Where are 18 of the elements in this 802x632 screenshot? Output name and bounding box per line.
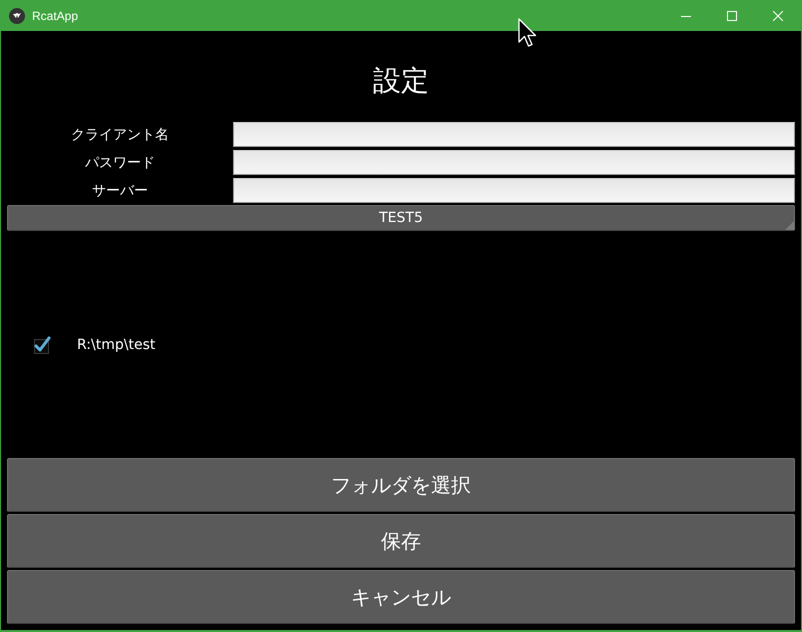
app-logo-icon xyxy=(9,8,25,24)
action-button[interactable]: 保存 xyxy=(7,514,795,568)
input-field[interactable] xyxy=(233,178,795,203)
field-label: パスワード xyxy=(85,154,155,172)
input-field[interactable] xyxy=(233,150,795,175)
maximize-icon xyxy=(727,10,737,20)
field-label: クライアント名 xyxy=(71,126,169,144)
corner-triangle-icon xyxy=(785,221,794,230)
window-title: RcatApp xyxy=(32,8,80,22)
checked-checkbox-icon[interactable] xyxy=(33,336,51,354)
action-button[interactable]: フォルダを選択 xyxy=(7,458,795,512)
folder-path: R:\tmp\test xyxy=(77,336,156,352)
close-icon xyxy=(773,10,783,20)
field-label: サーバー xyxy=(92,182,148,200)
page-heading: 設定 xyxy=(373,62,429,98)
input-field[interactable] xyxy=(233,122,795,147)
dropdown-button[interactable]: TEST5 xyxy=(7,205,795,231)
action-button[interactable]: キャンセル xyxy=(7,570,795,624)
